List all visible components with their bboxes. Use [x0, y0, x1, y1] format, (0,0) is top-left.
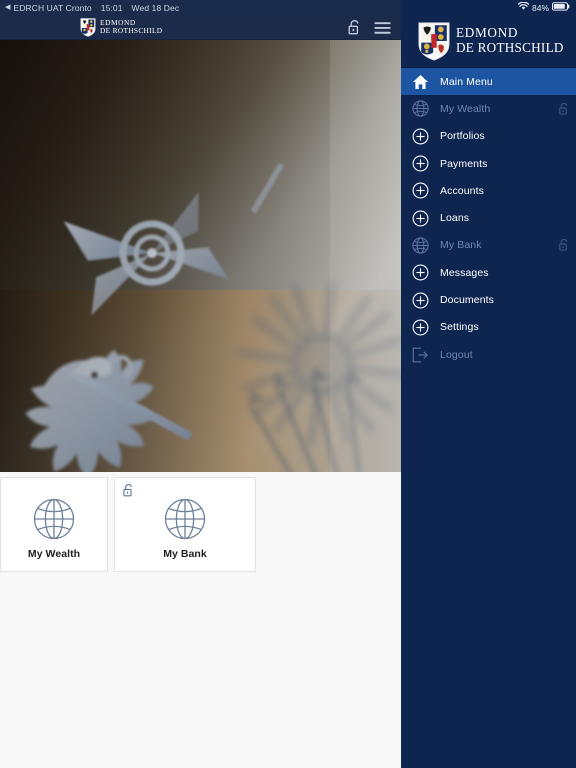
tile-my-wealth[interactable]: My Wealth: [0, 477, 108, 572]
battery-percent-label: 84%: [531, 2, 549, 13]
plus-circle-icon: [411, 263, 430, 282]
unlock-icon[interactable]: [558, 102, 570, 116]
back-caret-icon[interactable]: ◀: [5, 4, 10, 11]
status-bar: ◀ EDRCH UAT Cronto 15:01 Wed 18 Dec: [0, 0, 401, 15]
plus-circle-icon: [411, 181, 430, 200]
sidebar-item-label: Portfolios: [440, 130, 485, 143]
tile-label: My Bank: [163, 548, 207, 560]
sidebar-item-label: My Wealth: [440, 102, 491, 115]
sidebar-wordmark: EDMOND DE ROTHSCHILD: [456, 25, 564, 56]
main-content-pane: ◀ EDRCH UAT Cronto 15:01 Wed 18 Dec EDMO…: [0, 0, 401, 768]
sidebar-item-label: Documents: [440, 294, 495, 307]
sidebar-item-label: Settings: [440, 321, 479, 334]
plus-circle-icon: [411, 318, 430, 337]
globe-icon: [411, 236, 430, 255]
status-carrier-label: EDRCH UAT Cronto: [13, 2, 92, 13]
sidebar-item-label: Loans: [440, 212, 470, 225]
sidebar-item-label: Payments: [440, 157, 488, 170]
sidebar-item-accounts[interactable]: Accounts: [401, 177, 576, 204]
unlock-icon[interactable]: [347, 19, 362, 36]
sidebar-item-logout[interactable]: Logout: [401, 341, 576, 368]
sidebar-brand-line2: DE ROTHSCHILD: [456, 40, 564, 55]
unlock-icon: [122, 483, 135, 503]
unlock-icon[interactable]: [558, 238, 570, 252]
hero-banner-image: [0, 40, 401, 472]
sidebar-header[interactable]: EDMOND DE ROTHSCHILD: [401, 15, 576, 68]
shortcut-tiles: My Wealth My Bank: [0, 472, 401, 577]
plus-circle-icon: [411, 127, 430, 146]
status-date-label: Wed 18 Dec: [131, 2, 180, 13]
sidebar-item-label: Main Menu: [440, 75, 493, 88]
battery-icon: [552, 2, 570, 13]
navigation-sidebar: 84% EDMOND DE ROTHSCHILD Main Menu My We…: [401, 0, 576, 768]
sidebar-item-messages[interactable]: Messages: [401, 259, 576, 286]
sidebar-item-settings[interactable]: Settings: [401, 314, 576, 341]
sidebar-item-documents[interactable]: Documents: [401, 286, 576, 313]
sidebar-brand-line1: EDMOND: [456, 25, 519, 41]
sidebar-item-label: Logout: [440, 348, 473, 361]
globe-icon: [32, 497, 76, 546]
sidebar-item-payments[interactable]: Payments: [401, 150, 576, 177]
tile-my-bank[interactable]: My Bank: [114, 477, 256, 572]
sidebar-item-portfolios[interactable]: Portfolios: [401, 123, 576, 150]
sidebar-item-my-wealth[interactable]: My Wealth: [401, 95, 576, 122]
app-root: ◀ EDRCH UAT Cronto 15:01 Wed 18 Dec EDMO…: [0, 0, 576, 768]
status-time-label: 15:01: [100, 2, 123, 13]
sidebar-item-label: Accounts: [440, 184, 484, 197]
sidebar-item-label: Messages: [440, 266, 489, 279]
plus-circle-icon: [411, 291, 430, 310]
sidebar-item-loans[interactable]: Loans: [401, 204, 576, 231]
globe-icon: [411, 99, 430, 118]
rothschild-shield-logo-icon: [418, 22, 450, 61]
sidebar-item-main-menu[interactable]: Main Menu: [401, 68, 576, 96]
logout-icon: [411, 345, 430, 364]
wifi-icon: [517, 1, 530, 13]
sidebar-item-my-bank[interactable]: My Bank: [401, 232, 576, 259]
plus-circle-icon: [411, 154, 430, 173]
plus-circle-icon: [411, 209, 430, 228]
sidebar-menu: Main Menu My Wealth Portfolios Payments …: [401, 68, 576, 368]
header-brand-line2: DE ROTHSCHILD: [100, 26, 163, 35]
rothschild-shield-logo-icon: [80, 17, 96, 37]
hamburger-menu-icon[interactable]: [374, 21, 391, 35]
header-logo[interactable]: EDMOND DE ROTHSCHILD: [80, 17, 162, 37]
sidebar-status-bar: 84%: [401, 0, 576, 15]
app-header: EDMOND DE ROTHSCHILD: [0, 15, 401, 40]
header-actions: [347, 15, 391, 40]
tile-label: My Wealth: [27, 548, 81, 560]
globe-icon: [163, 497, 207, 546]
sidebar-item-label: My Bank: [440, 239, 482, 252]
home-icon: [411, 72, 430, 91]
header-wordmark: EDMOND DE ROTHSCHILD: [100, 19, 162, 34]
